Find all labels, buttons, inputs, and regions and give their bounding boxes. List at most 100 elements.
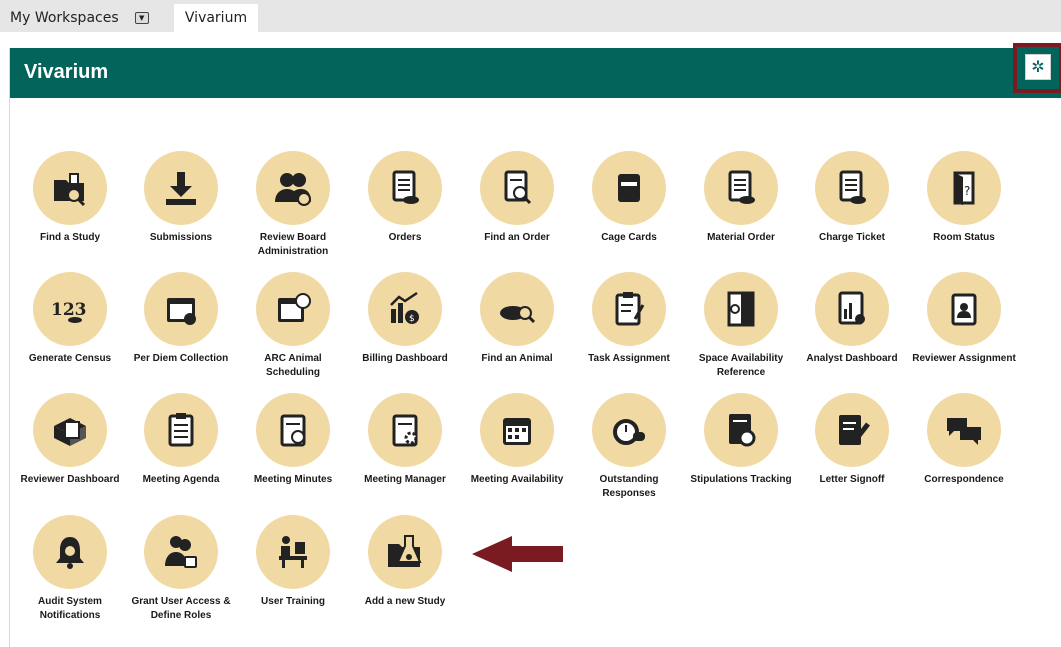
tool-tile-correspondence[interactable]: Correspondence <box>908 393 1020 487</box>
tool-label[interactable]: Billing Dashboard <box>349 352 461 366</box>
tool-label[interactable]: Reviewer Dashboard <box>14 473 126 487</box>
tool-icon-circle[interactable] <box>592 151 666 225</box>
tool-label[interactable]: Find an Animal <box>461 352 573 366</box>
tool-icon-circle[interactable] <box>368 393 442 467</box>
tool-tile-review-board-administration[interactable]: Review Board Administration <box>237 151 349 259</box>
tool-label[interactable]: Per Diem Collection <box>125 352 237 366</box>
tool-icon-circle[interactable] <box>592 393 666 467</box>
tool-label[interactable]: Correspondence <box>908 473 1020 487</box>
tool-tile-meeting-minutes[interactable]: Meeting Minutes <box>237 393 349 487</box>
tool-icon-circle[interactable] <box>368 515 442 589</box>
tool-icon-circle[interactable] <box>704 272 778 346</box>
tool-tile-arc-animal-scheduling[interactable]: ARC Animal Scheduling <box>237 272 349 380</box>
tool-label[interactable]: Meeting Agenda <box>125 473 237 487</box>
tool-icon-circle[interactable]: ? <box>927 151 1001 225</box>
tool-tile-user-training[interactable]: User Training <box>237 515 349 609</box>
tool-icon-circle[interactable] <box>144 515 218 589</box>
tool-tile-task-assignment[interactable]: Task Assignment <box>573 272 685 366</box>
person-desk-icon <box>279 536 307 568</box>
tool-tile-find-an-animal[interactable]: Find an Animal <box>461 272 573 366</box>
tool-icon-circle[interactable]: 123 <box>33 272 107 346</box>
tool-label[interactable]: Find an Order <box>461 231 573 245</box>
tool-icon-circle[interactable] <box>256 151 330 225</box>
tool-icon-circle[interactable] <box>704 393 778 467</box>
tool-label[interactable]: Add a new Study <box>349 595 461 609</box>
tool-label[interactable]: Outstanding Responses <box>573 473 685 501</box>
tool-icon-circle[interactable] <box>480 272 554 346</box>
tool-tile-meeting-availability[interactable]: Meeting Availability <box>461 393 573 487</box>
tool-tile-orders[interactable]: Orders <box>349 151 461 245</box>
tool-tile-audit-system-notifications[interactable]: Audit System Notifications <box>14 515 126 623</box>
tool-icon-circle[interactable] <box>256 393 330 467</box>
tool-label[interactable]: Cage Cards <box>573 231 685 245</box>
tool-icon-circle[interactable] <box>256 515 330 589</box>
tool-tile-cage-cards[interactable]: Cage Cards <box>573 151 685 245</box>
tool-tile-add-a-new-study[interactable]: Add a new Study <box>349 515 461 609</box>
tool-icon-circle[interactable] <box>368 151 442 225</box>
tool-label[interactable]: Audit System Notifications <box>14 595 126 623</box>
tool-tile-space-availability-reference[interactable]: Space Availability Reference <box>685 272 797 380</box>
tool-tile-material-order[interactable]: Material Order <box>685 151 797 245</box>
tool-icon-circle[interactable] <box>144 151 218 225</box>
tool-icon-circle[interactable] <box>480 151 554 225</box>
tool-label[interactable]: Orders <box>349 231 461 245</box>
tool-tile-per-diem-collection[interactable]: Per Diem Collection <box>125 272 237 366</box>
tool-tile-find-a-study[interactable]: Find a Study <box>14 151 126 245</box>
tool-icon-circle[interactable] <box>815 151 889 225</box>
arrow-pointer-icon <box>472 536 563 572</box>
tool-label[interactable]: Room Status <box>908 231 1020 245</box>
tool-tile-reviewer-dashboard[interactable]: Reviewer Dashboard <box>14 393 126 487</box>
tool-tile-generate-census[interactable]: 123 Generate Census <box>14 272 126 366</box>
tool-icon-circle[interactable] <box>33 151 107 225</box>
dropdown-icon[interactable]: ▼ <box>134 12 149 24</box>
tool-icon-circle[interactable] <box>144 272 218 346</box>
tool-icon-circle[interactable] <box>927 393 1001 467</box>
site-tab-vivarium[interactable]: Vivarium <box>174 4 258 32</box>
tool-tile-meeting-manager[interactable]: Meeting Manager <box>349 393 461 487</box>
tool-label[interactable]: Find a Study <box>14 231 126 245</box>
tool-icon-circle[interactable] <box>144 393 218 467</box>
tool-label[interactable]: Review Board Administration <box>237 231 349 259</box>
tool-icon-circle[interactable] <box>256 272 330 346</box>
tool-label[interactable]: Meeting Manager <box>349 473 461 487</box>
tool-icon-circle[interactable] <box>33 515 107 589</box>
tool-icon-circle[interactable] <box>704 151 778 225</box>
tool-label[interactable]: Submissions <box>125 231 237 245</box>
tool-tile-billing-dashboard[interactable]: $ Billing Dashboard <box>349 272 461 366</box>
tool-label[interactable]: Letter Signoff <box>796 473 908 487</box>
tool-tile-letter-signoff[interactable]: Letter Signoff <box>796 393 908 487</box>
tool-label[interactable]: Stipulations Tracking <box>685 473 797 487</box>
tool-icon-circle[interactable]: $ <box>368 272 442 346</box>
tool-label[interactable]: Generate Census <box>14 352 126 366</box>
tool-tile-outstanding-responses[interactable]: Outstanding Responses <box>573 393 685 501</box>
tool-icon-circle[interactable] <box>815 272 889 346</box>
tool-icon-circle[interactable] <box>480 393 554 467</box>
tool-icon-circle[interactable] <box>33 393 107 467</box>
tool-label[interactable]: Material Order <box>685 231 797 245</box>
tool-tile-meeting-agenda[interactable]: Meeting Agenda <box>125 393 237 487</box>
tool-tile-stipulations-tracking[interactable]: Stipulations Tracking <box>685 393 797 487</box>
tool-icon-circle[interactable] <box>815 393 889 467</box>
tool-icon-circle[interactable] <box>592 272 666 346</box>
tool-tile-find-an-order[interactable]: Find an Order <box>461 151 573 245</box>
tool-icon-circle[interactable] <box>927 272 1001 346</box>
tool-label[interactable]: Meeting Minutes <box>237 473 349 487</box>
tool-tile-analyst-dashboard[interactable]: Analyst Dashboard <box>796 272 908 366</box>
tool-label[interactable]: Charge Ticket <box>796 231 908 245</box>
tool-tile-charge-ticket[interactable]: Charge Ticket <box>796 151 908 245</box>
tool-label[interactable]: ARC Animal Scheduling <box>237 352 349 380</box>
tool-tile-grant-user-access-define-roles[interactable]: Grant User Access & Define Roles <box>125 515 237 623</box>
tool-label[interactable]: Reviewer Assignment <box>908 352 1020 366</box>
tool-tile-reviewer-assignment[interactable]: Reviewer Assignment <box>908 272 1020 366</box>
my-workspaces-tab[interactable]: My Workspaces ▼ <box>0 4 162 32</box>
tool-label[interactable]: Task Assignment <box>573 352 685 366</box>
tool-label[interactable]: Grant User Access & Define Roles <box>125 595 237 623</box>
tool-label[interactable]: Space Availability Reference <box>685 352 797 380</box>
settings-button[interactable]: ✲ <box>1025 54 1051 80</box>
tool-tile-room-status[interactable]: ? Room Status <box>908 151 1020 245</box>
notepad-gear-icon <box>392 414 418 447</box>
tool-label[interactable]: Meeting Availability <box>461 473 573 487</box>
tool-tile-submissions[interactable]: Submissions <box>125 151 237 245</box>
tool-label[interactable]: User Training <box>237 595 349 609</box>
tool-label[interactable]: Analyst Dashboard <box>796 352 908 366</box>
